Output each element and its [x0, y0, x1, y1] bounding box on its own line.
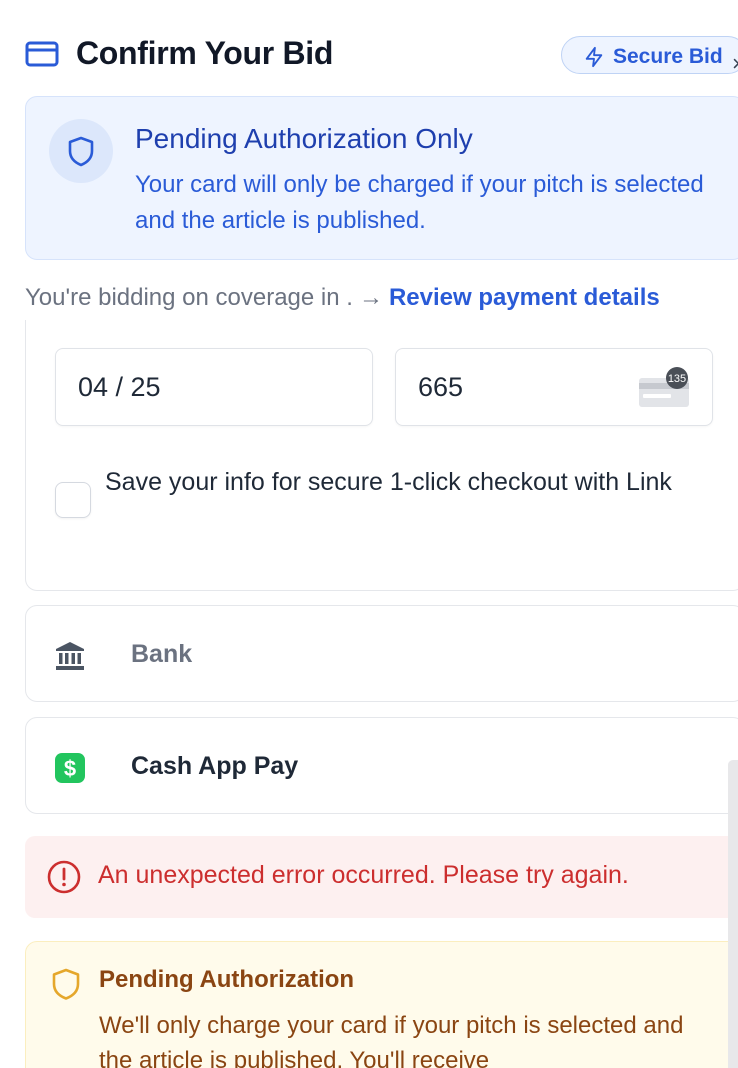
- arrow-right-icon: →: [358, 284, 383, 311]
- lightning-icon: [585, 46, 603, 68]
- notice-text: We'll only charge your card if your pitc…: [99, 1012, 684, 1068]
- save-info-checkbox[interactable]: [55, 482, 91, 518]
- bank-label: Bank: [131, 640, 193, 668]
- cash-app-label: Cash App Pay: [131, 752, 299, 780]
- info-banner-title: Pending Authorization Only: [135, 123, 473, 154]
- shield-icon: [52, 968, 80, 1000]
- close-icon[interactable]: ×: [732, 54, 738, 74]
- shield-badge: [49, 119, 113, 183]
- scrollbar[interactable]: [728, 760, 738, 1068]
- cvc-card-icon: 135: [639, 367, 689, 407]
- secure-bid-badge: Secure Bid: [561, 36, 738, 74]
- bidding-text: You're bidding on coverage in .: [25, 284, 353, 311]
- expiry-date-value: 04 / 25: [78, 372, 161, 402]
- save-info-label: Save your info for secure 1-click checko…: [105, 468, 672, 496]
- modal-header: Confirm Your Bid Secure Bid ×: [25, 30, 738, 80]
- secure-bid-label: Secure Bid: [613, 45, 723, 68]
- error-alert: An unexpected error occurred. Please try…: [25, 836, 738, 918]
- shield-icon: [68, 136, 94, 167]
- info-banner-text: Your card will only be charged if your p…: [135, 171, 704, 234]
- cash-app-icon: $: [55, 753, 85, 783]
- error-icon: [47, 860, 81, 894]
- svg-text:$: $: [64, 756, 76, 781]
- bidding-summary: You're bidding on coverage in . → Review p…: [25, 284, 660, 312]
- bank-icon: [56, 642, 84, 670]
- modal-title: Confirm Your Bid: [76, 35, 334, 71]
- cvc-field[interactable]: 665 135: [395, 348, 713, 426]
- error-message: An unexpected error occurred. Please try…: [98, 861, 629, 889]
- credit-card-icon: [25, 41, 59, 67]
- cvc-value: 665: [418, 372, 464, 402]
- authorization-info-banner: Pending Authorization Only Your card wil…: [25, 96, 738, 260]
- payment-method-bank[interactable]: Bank: [25, 605, 738, 702]
- pending-authorization-notice: Pending Authorization We'll only charge …: [25, 941, 738, 1068]
- notice-title: Pending Authorization: [99, 966, 355, 993]
- card-payment-panel: 04 / 25 665 135 Save your info for secur…: [25, 320, 738, 591]
- payment-method-cash-app[interactable]: $ Cash App Pay: [25, 717, 738, 814]
- expiry-date-field[interactable]: 04 / 25: [55, 348, 373, 426]
- cvc-badge-number: 135: [668, 373, 686, 385]
- review-payment-link[interactable]: Review payment details: [389, 284, 660, 311]
